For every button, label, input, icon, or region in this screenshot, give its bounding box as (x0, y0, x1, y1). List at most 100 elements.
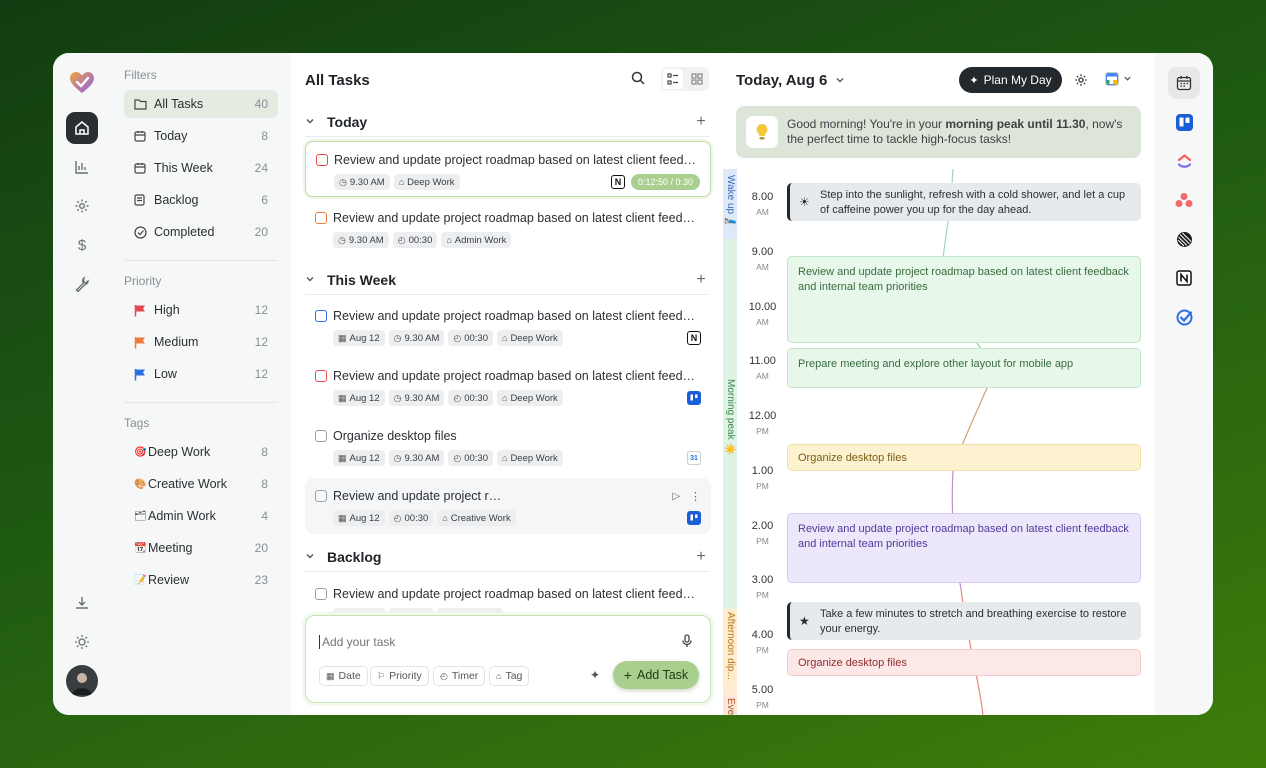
timer-button[interactable]: ◴ Timer (433, 666, 486, 686)
task-checkbox[interactable] (315, 430, 327, 442)
clock-icon: ◷ (393, 452, 402, 463)
duration-chip: ◴00:30 (392, 232, 438, 248)
banner-text-part: Good morning! You're in your (787, 117, 946, 131)
calendar-event-roadmap[interactable]: Review and update project roadmap based … (787, 256, 1141, 343)
add-icon[interactable]: + (693, 271, 709, 289)
user-avatar[interactable] (66, 665, 98, 697)
calendar-event-roadmap-afternoon[interactable]: Review and update project roadmap based … (787, 513, 1141, 583)
task-checkbox[interactable] (315, 370, 327, 382)
timer-badge[interactable]: 0:12:50 / 0:30 (630, 174, 700, 190)
add-task-composer: ▦Date ⚐Priority ◴Timer ⌂Tag ✦ + Add Task (305, 615, 711, 703)
ampm-text: AM (756, 207, 769, 217)
search-icon[interactable] (631, 71, 647, 87)
add-icon[interactable]: + (693, 548, 709, 566)
calendar-event-organize-files[interactable]: Organize desktop files (787, 444, 1141, 471)
priority-high[interactable]: High 12 (124, 296, 278, 324)
date-button[interactable]: ▦ Date (319, 666, 368, 686)
task-card[interactable]: Review and update project roadmap based … (305, 478, 711, 534)
clickup-icon[interactable] (1168, 145, 1200, 177)
tag-review[interactable]: 📝 Review 23 (124, 566, 278, 594)
calendar-date-selector[interactable]: Today, Aug 6 (736, 72, 845, 89)
play-icon[interactable]: ▷ (672, 491, 680, 502)
section-this-week[interactable]: This Week + (305, 265, 709, 295)
chip-text: Deep Work (407, 176, 455, 188)
flag-icon (134, 336, 154, 349)
plan-my-day-button[interactable]: ✦ Plan My Day (959, 67, 1062, 93)
filter-today[interactable]: Today 8 (124, 122, 278, 150)
filter-completed[interactable]: Completed 20 (124, 218, 278, 246)
add-task-button[interactable]: + Add Task (613, 661, 699, 689)
tag-admin-work[interactable]: 🗂 Admin Work 4 (124, 502, 278, 530)
theme-sun-icon[interactable] (66, 626, 98, 658)
task-checkbox[interactable] (315, 212, 327, 224)
task-checkbox[interactable] (315, 588, 327, 600)
trello-icon[interactable] (1168, 106, 1200, 138)
chevron-down-icon[interactable] (305, 550, 327, 564)
task-checkbox[interactable] (315, 310, 327, 322)
linear-icon[interactable] (1168, 223, 1200, 255)
event-text: Prepare meeting and explore other layout… (798, 358, 1074, 370)
home-icon[interactable] (66, 112, 98, 144)
task-card[interactable]: Review and update project roadmap based … (305, 200, 711, 256)
hour-label: 9.00 AM (745, 246, 780, 272)
tag-creative-work[interactable]: 🎨 Creative Work 8 (124, 470, 278, 498)
section-today[interactable]: Today + (305, 107, 709, 137)
task-card[interactable]: Review and update project roadmap based … (305, 141, 711, 197)
task-card[interactable]: Review and update project roadmap based … (305, 298, 711, 354)
filter-all-tasks[interactable]: All Tasks 40 (124, 90, 278, 118)
calendar-event-morning-routine[interactable]: ☀ Step into the sunlight, refresh with a… (787, 183, 1141, 221)
tag-button[interactable]: ⌂ Tag (489, 666, 530, 686)
download-icon[interactable] (66, 587, 98, 619)
ampm-text: PM (756, 700, 769, 710)
notion-icon[interactable] (1168, 262, 1200, 294)
add-icon[interactable]: + (693, 113, 709, 131)
energy-band-evening: Eve... (723, 695, 737, 715)
hour-label: 8.00 AM (745, 191, 780, 217)
tag-deep-work[interactable]: 🎯 Deep Work 8 (124, 438, 278, 466)
calendar-settings-icon[interactable] (1074, 73, 1088, 90)
priority-button[interactable]: ⚐ Priority (370, 666, 429, 686)
grid-view-icon[interactable] (687, 69, 707, 89)
analytics-icon[interactable] (66, 151, 98, 183)
task-checkbox[interactable] (315, 490, 327, 502)
chip-text: Aug 12 (349, 332, 380, 344)
calendar-event-meeting[interactable]: Prepare meeting and explore other layout… (787, 348, 1141, 388)
calendar-view-icon[interactable] (1168, 67, 1200, 99)
priority-low[interactable]: Low 12 (124, 360, 278, 388)
list-view-icon[interactable] (663, 69, 683, 89)
calendar-event-stretch-break[interactable]: ★ Take a few minutes to stretch and brea… (787, 602, 1141, 640)
priority-label: Medium (154, 335, 199, 349)
asana-icon[interactable] (1168, 184, 1200, 216)
duration-chip: ◴00:30 (448, 450, 493, 466)
calendar-event-organize-files-pm[interactable]: Organize desktop files (787, 649, 1141, 676)
calendar-source-dropdown[interactable] (1105, 72, 1132, 86)
section-backlog[interactable]: Backlog + (305, 542, 709, 572)
hour-text: 5.00 (751, 684, 774, 696)
tag-meeting[interactable]: 📆 Meeting 20 (124, 534, 278, 562)
button-label: Add Task (636, 668, 689, 682)
todo-check-icon[interactable] (1168, 301, 1200, 333)
dollar-icon[interactable]: $ (66, 229, 98, 261)
wrench-icon[interactable] (66, 268, 98, 300)
settings-gear-icon[interactable] (66, 190, 98, 222)
priority-count: 12 (254, 367, 268, 381)
chevron-down-icon[interactable] (305, 273, 327, 287)
more-options-icon[interactable]: ⋮ (690, 490, 701, 503)
filter-this-week[interactable]: This Week 24 (124, 154, 278, 182)
tag-icon: ⌂ (398, 177, 405, 187)
time-chip: ◷ 9.30 AM (388, 390, 445, 406)
task-card[interactable]: Review and update project roadmap based … (305, 358, 711, 414)
calendar-day-icon (134, 130, 154, 142)
filter-label: Backlog (154, 193, 199, 207)
add-task-input[interactable] (319, 635, 659, 649)
ai-sparkle-icon[interactable]: ✦ (590, 668, 600, 682)
task-card[interactable]: Organize desktop files ▦ Aug 12 ◷ 9.30 AM … (305, 418, 711, 474)
clock-icon: ◷ (338, 234, 346, 245)
app-logo[interactable] (66, 67, 98, 99)
chevron-down-icon[interactable] (305, 115, 327, 129)
task-checkbox[interactable] (316, 154, 328, 166)
microphone-icon[interactable] (681, 634, 693, 651)
calendar-icon: ▦ (338, 512, 347, 523)
filter-backlog[interactable]: Backlog 6 (124, 186, 278, 214)
priority-medium[interactable]: Medium 12 (124, 328, 278, 356)
